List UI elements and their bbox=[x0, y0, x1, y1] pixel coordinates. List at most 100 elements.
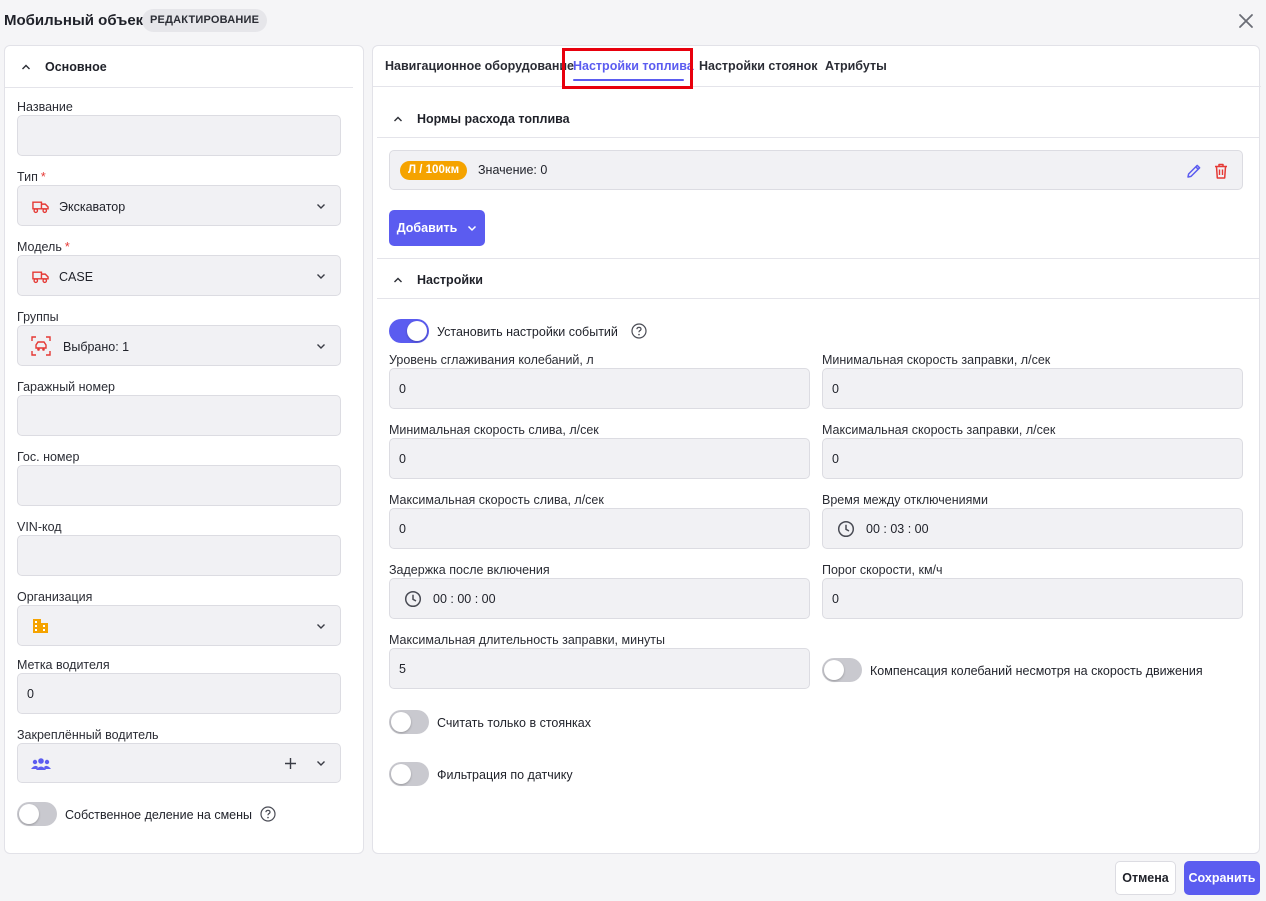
max-refuel-duration-label: Максимальная длительность заправки, мину… bbox=[389, 633, 665, 647]
speed-threshold-label: Порог скорости, км/ч bbox=[822, 563, 943, 577]
model-select[interactable]: CASE bbox=[17, 255, 341, 296]
max-refuel-duration-input[interactable]: 5 bbox=[389, 648, 810, 689]
fuel-norm-item: Л / 100км Значение: 0 bbox=[389, 150, 1243, 190]
dialog-title: Мобильный объект bbox=[4, 12, 151, 29]
groups-select[interactable]: Выбрано: 1 bbox=[17, 325, 341, 366]
delete-icon[interactable] bbox=[1212, 162, 1230, 180]
fuel-norms-title: Нормы расхода топлива bbox=[417, 112, 570, 126]
assigned-driver-label: Закреплённый водитель bbox=[17, 728, 159, 742]
min-drain-speed-label: Минимальная скорость слива, л/сек bbox=[389, 423, 599, 437]
compensation-label: Компенсация колебаний несмотря на скорос… bbox=[870, 664, 1203, 678]
group-vehicle-icon bbox=[31, 336, 51, 356]
chevron-down-icon bbox=[468, 225, 477, 232]
divider bbox=[5, 87, 353, 88]
smoothing-level-input[interactable]: 0 bbox=[389, 368, 810, 409]
chevron-up-icon bbox=[22, 64, 30, 70]
assigned-driver-select[interactable] bbox=[17, 743, 341, 783]
min-refuel-speed-input[interactable]: 0 bbox=[822, 368, 1243, 409]
driver-tag-input[interactable]: 0 bbox=[17, 673, 341, 714]
delay-after-on-input[interactable]: 00 : 00 : 00 bbox=[389, 578, 810, 619]
organization-select[interactable] bbox=[17, 605, 341, 646]
type-select[interactable]: Экскаватор bbox=[17, 185, 341, 226]
groups-value: Выбрано: 1 bbox=[63, 340, 130, 354]
chevron-down-icon bbox=[317, 273, 325, 279]
chevron-down-icon bbox=[317, 343, 325, 349]
clock-icon bbox=[404, 590, 422, 608]
norm-value: Значение: 0 bbox=[478, 163, 548, 177]
unit-badge: Л / 100км bbox=[400, 161, 468, 180]
compensation-toggle[interactable] bbox=[822, 658, 862, 682]
cancel-button[interactable]: Отмена bbox=[1115, 861, 1176, 895]
max-refuel-speed-label: Максимальная скорость заправки, л/сек bbox=[822, 423, 1056, 437]
tab-bar: Навигационное оборудование Настройки топ… bbox=[373, 46, 1261, 87]
own-shift-toggle[interactable] bbox=[17, 802, 57, 826]
max-refuel-speed-input[interactable]: 0 bbox=[822, 438, 1243, 479]
chevron-down-icon[interactable] bbox=[316, 758, 326, 768]
plus-icon[interactable] bbox=[284, 757, 297, 770]
tab-attributes[interactable]: Атрибуты bbox=[825, 59, 887, 73]
chevron-up-icon bbox=[394, 116, 402, 122]
mode-badge: РЕДАКТИРОВАНИЕ bbox=[142, 9, 268, 32]
speed-threshold-input[interactable]: 0 bbox=[822, 578, 1243, 619]
event-settings-toggle[interactable] bbox=[389, 319, 429, 343]
delay-after-on-label: Задержка после включения bbox=[389, 563, 550, 577]
add-norm-button[interactable]: Добавить bbox=[389, 210, 485, 246]
model-value: CASE bbox=[59, 270, 94, 284]
main-info-panel: Основное Название Тип * Экскаватор Модель… bbox=[4, 45, 364, 854]
save-button[interactable]: Сохранить bbox=[1184, 861, 1260, 895]
event-settings-label: Установить настройки событий bbox=[437, 325, 618, 339]
smoothing-level-label: Уровень сглаживания колебаний, л bbox=[389, 353, 594, 367]
min-refuel-speed-label: Минимальная скорость заправки, л/сек bbox=[822, 353, 1051, 367]
max-drain-speed-input[interactable]: 0 bbox=[389, 508, 810, 549]
divider bbox=[377, 258, 1259, 259]
building-icon bbox=[33, 619, 48, 633]
toggle-knob bbox=[824, 660, 844, 680]
state-number-input[interactable] bbox=[17, 465, 341, 506]
sensor-filter-label: Фильтрация по датчику bbox=[437, 768, 573, 782]
tab-navigation-equipment[interactable]: Навигационное оборудование bbox=[385, 59, 574, 73]
people-icon bbox=[31, 758, 51, 770]
chevron-up-icon bbox=[394, 277, 402, 283]
toggle-knob bbox=[391, 712, 411, 732]
organization-label: Организация bbox=[17, 590, 93, 604]
state-number-label: Гос. номер bbox=[17, 450, 80, 464]
garage-number-label: Гаражный номер bbox=[17, 380, 115, 394]
dialog-header: Мобильный объект РЕДАКТИРОВАНИЕ bbox=[0, 0, 1266, 42]
tab-parking-settings[interactable]: Настройки стоянок bbox=[699, 59, 818, 73]
only-parking-toggle[interactable] bbox=[389, 710, 429, 734]
edit-icon[interactable] bbox=[1185, 162, 1203, 180]
divider bbox=[377, 298, 1259, 299]
only-parking-label: Считать только в стоянках bbox=[437, 716, 591, 730]
toggle-knob bbox=[19, 804, 39, 824]
max-drain-speed-label: Максимальная скорость слива, л/сек bbox=[389, 493, 604, 507]
garage-number-input[interactable] bbox=[17, 395, 341, 436]
vin-input[interactable] bbox=[17, 535, 341, 576]
vehicle-icon bbox=[32, 271, 49, 284]
settings-title: Настройки bbox=[417, 273, 483, 287]
min-drain-speed-input[interactable]: 0 bbox=[389, 438, 810, 479]
driver-tag-label: Метка водителя bbox=[17, 658, 110, 672]
add-norm-label: Добавить bbox=[396, 221, 458, 235]
toggle-knob bbox=[407, 321, 427, 341]
time-between-shutdowns-input[interactable]: 00 : 03 : 00 bbox=[822, 508, 1243, 549]
own-shift-label: Собственное деление на смены bbox=[65, 808, 253, 822]
time-between-shutdowns-label: Время между отключениями bbox=[822, 493, 988, 507]
chevron-down-icon bbox=[317, 623, 325, 629]
settings-section-toggle[interactable]: Настройки bbox=[393, 273, 483, 287]
sensor-filter-toggle[interactable] bbox=[389, 762, 429, 786]
fuel-norms-section-toggle[interactable]: Нормы расхода топлива bbox=[393, 112, 570, 126]
groups-label: Группы bbox=[17, 310, 59, 324]
type-value: Экскаватор bbox=[59, 200, 126, 214]
help-icon[interactable] bbox=[260, 806, 276, 822]
clock-icon bbox=[837, 520, 855, 538]
model-label: Модель * bbox=[17, 240, 70, 254]
vehicle-icon bbox=[32, 201, 49, 214]
name-input[interactable] bbox=[17, 115, 341, 156]
help-icon[interactable] bbox=[631, 323, 647, 339]
name-label: Название bbox=[17, 100, 73, 114]
close-icon[interactable] bbox=[1237, 12, 1255, 30]
main-section-toggle[interactable]: Основное bbox=[21, 60, 107, 74]
main-section-title: Основное bbox=[45, 60, 107, 74]
settings-panel: Навигационное оборудование Настройки топ… bbox=[372, 45, 1261, 854]
highlight-frame bbox=[562, 48, 693, 89]
